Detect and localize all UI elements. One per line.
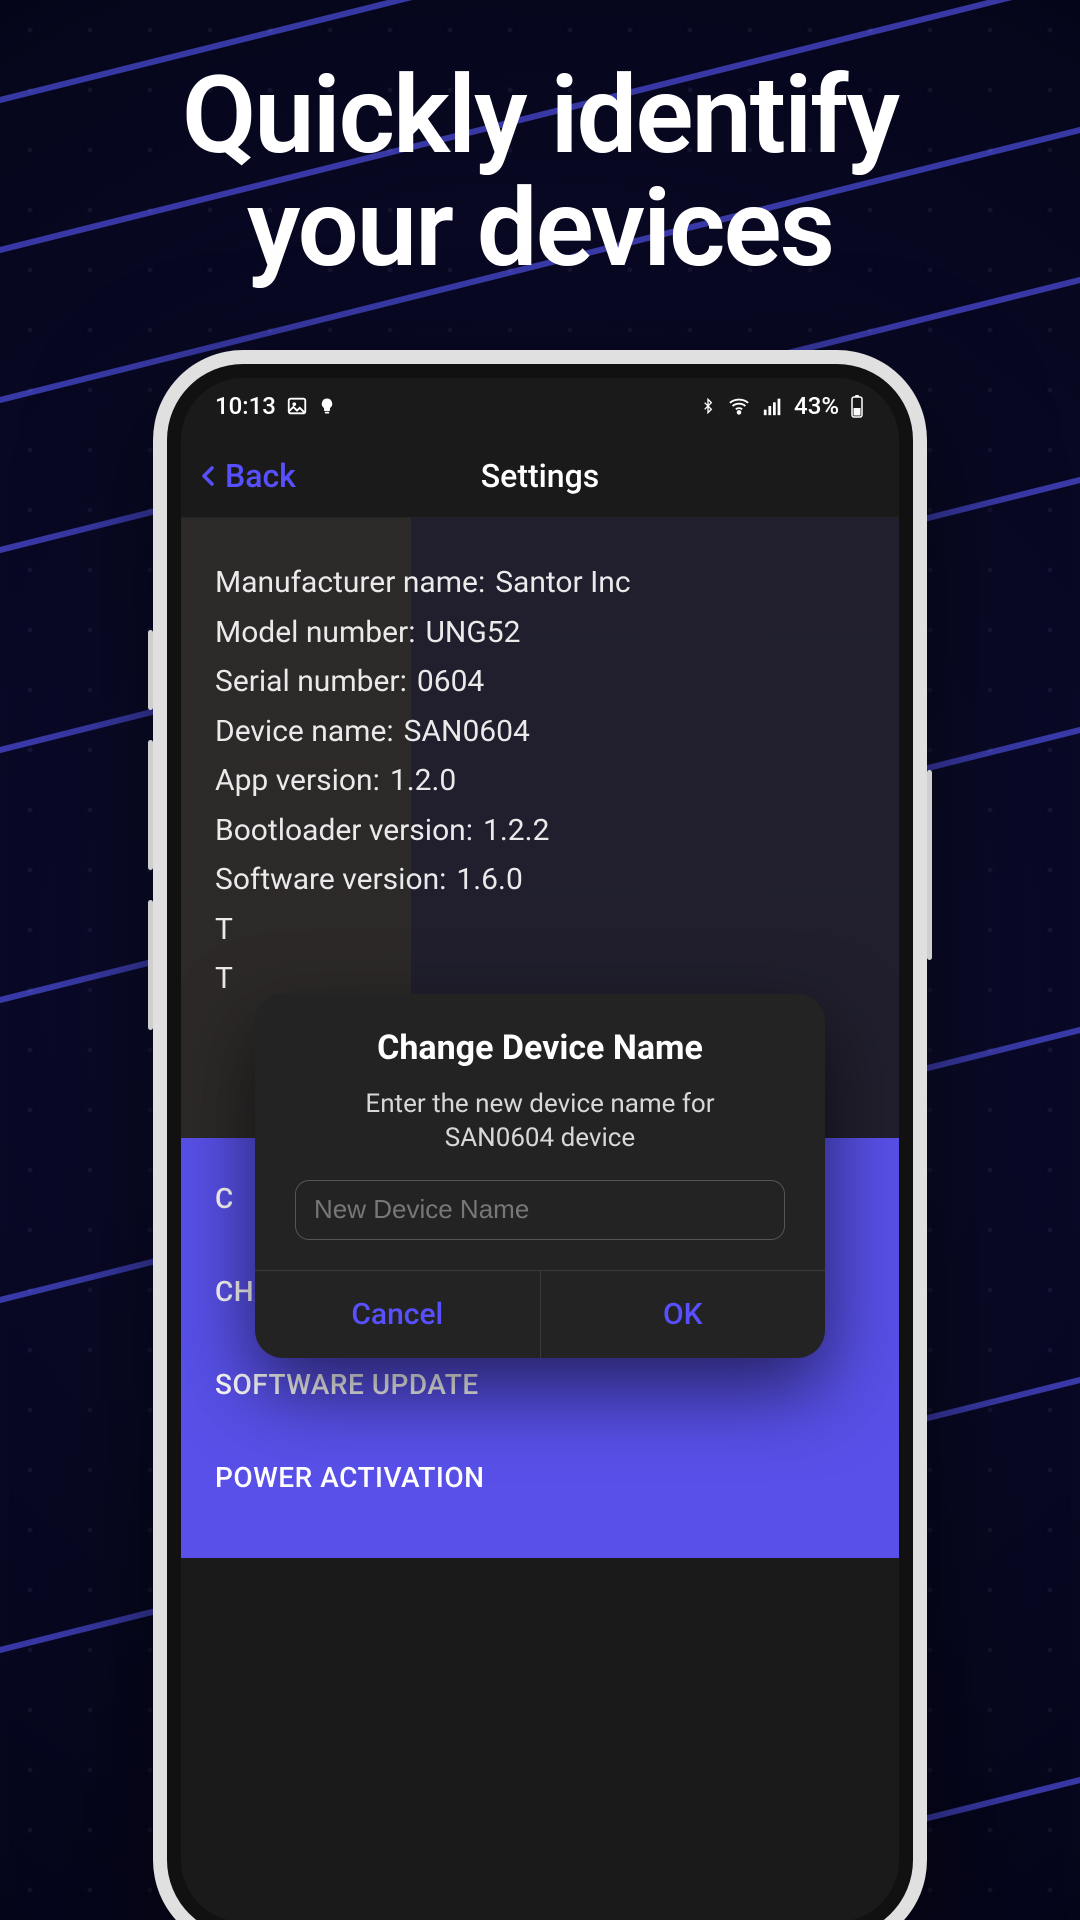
chevron-left-icon [197, 458, 221, 494]
info-value: 1.2.0 [390, 763, 456, 798]
bulb-icon [318, 395, 336, 417]
info-value: UNG52 [425, 615, 520, 650]
status-bar: 10:13 [181, 378, 899, 434]
info-row: Bootloader version 1.2.2 [215, 806, 865, 856]
info-row: App version 1.2.0 [215, 756, 865, 806]
info-row: Manufacturer name Santor Inc [215, 558, 865, 608]
headline-line2: your devices [247, 166, 833, 292]
content-area: Manufacturer name Santor Inc Model number… [181, 518, 899, 1920]
info-row-truncated: T [215, 905, 865, 955]
dialog-title: Change Device Name [255, 994, 825, 1078]
image-icon [286, 395, 308, 417]
info-label: Software version [215, 862, 446, 897]
info-label: Bootloader version [215, 813, 473, 848]
back-button[interactable]: Back [197, 457, 296, 495]
info-label: App version [215, 763, 380, 798]
statusbar-battery-pct: 43% [794, 392, 839, 420]
cancel-button[interactable]: Cancel [255, 1271, 541, 1358]
info-value: 1.2.2 [483, 813, 549, 848]
signal-icon [762, 395, 784, 417]
ok-button[interactable]: OK [541, 1271, 826, 1358]
info-value: SAN0604 [404, 714, 530, 749]
nav-bar: Back Settings [181, 434, 899, 518]
screen: 10:13 [181, 378, 899, 1920]
back-label: Back [225, 457, 296, 495]
info-value: Santor Inc [495, 565, 630, 600]
info-label: Device name [215, 714, 394, 749]
device-name-input[interactable] [295, 1180, 785, 1240]
info-label: Model number [215, 615, 415, 650]
info-truncated-text: T [215, 912, 233, 947]
action-power-activation[interactable]: POWER ACTIVATION [215, 1431, 865, 1524]
change-device-name-dialog: Change Device Name Enter the new device … [255, 994, 825, 1358]
statusbar-time: 10:13 [215, 392, 276, 420]
promo-headline: Quickly identify your devices [0, 60, 1080, 287]
info-row: Serial number 0604 [215, 657, 865, 707]
wifi-icon [726, 395, 752, 417]
headline-line1: Quickly identify [182, 53, 898, 179]
phone-mockup: 10:13 [153, 350, 927, 1920]
info-row: Device name SAN0604 [215, 707, 865, 757]
info-truncated-text: T [215, 961, 233, 996]
info-row: Model number UNG52 [215, 608, 865, 658]
info-value: 0604 [417, 664, 484, 699]
info-label: Manufacturer name [215, 565, 485, 600]
battery-icon [849, 394, 865, 418]
bluetooth-icon [700, 395, 716, 417]
info-value: 1.6.0 [456, 862, 522, 897]
dialog-message: Enter the new device name for SAN0604 de… [255, 1078, 825, 1180]
info-row: Software version 1.6.0 [215, 855, 865, 905]
info-label: Serial number [215, 664, 407, 699]
